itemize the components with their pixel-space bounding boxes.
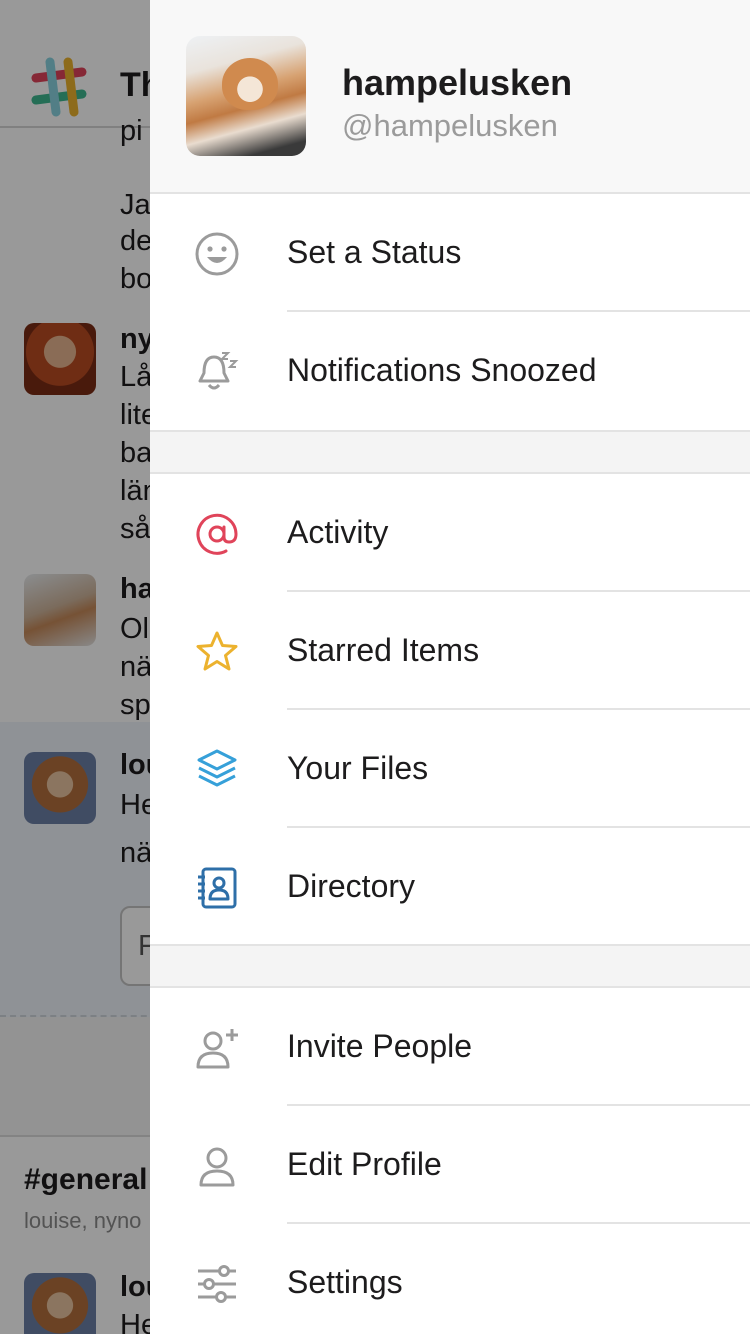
profile-handle: @hampelusken xyxy=(342,108,558,143)
menu-label: Settings xyxy=(287,1264,403,1300)
menu-label: Starred Items xyxy=(287,632,480,668)
profile-name: hampelusken xyxy=(342,62,573,103)
screen: Th pi Ja de bo ny Lå lite ba län så ha O… xyxy=(0,0,750,1334)
menu-item-starred[interactable]: Starred Items xyxy=(150,592,750,710)
menu-item-activity[interactable]: Activity xyxy=(150,474,750,592)
menu-label: Notifications Snoozed xyxy=(287,352,597,388)
menu-item-settings[interactable]: Settings xyxy=(150,1224,750,1334)
side-drawer: hampelusken @hampelusken Set a Status No… xyxy=(150,0,750,1334)
menu-label: Your Files xyxy=(287,750,429,786)
bell-snooze-icon xyxy=(198,352,239,390)
menu-label: Edit Profile xyxy=(287,1146,442,1182)
profile-avatar[interactable] xyxy=(186,36,306,156)
sliders-icon xyxy=(198,1265,236,1303)
cat-photo xyxy=(222,58,278,110)
menu-item-edit-profile[interactable]: Edit Profile xyxy=(150,1106,750,1224)
menu-label: Invite People xyxy=(287,1028,473,1064)
at-sign-icon xyxy=(196,513,238,555)
menu-label: Set a Status xyxy=(287,234,462,270)
star-icon xyxy=(196,631,238,671)
address-book-icon xyxy=(198,867,237,909)
menu-item-invite[interactable]: Invite People xyxy=(150,988,750,1106)
menu-item-notifications[interactable]: Notifications Snoozed xyxy=(150,312,750,430)
menu-item-directory[interactable]: Directory xyxy=(150,828,750,946)
profile-header[interactable]: hampelusken @hampelusken xyxy=(150,0,750,194)
smiley-face-icon xyxy=(195,232,239,276)
menu-item-files[interactable]: Your Files xyxy=(150,710,750,828)
layers-icon xyxy=(197,749,237,787)
user-icon xyxy=(199,1147,235,1187)
menu-item-set-status[interactable]: Set a Status xyxy=(150,194,750,312)
section-separator xyxy=(150,944,750,988)
menu-label: Activity xyxy=(287,514,389,550)
menu-label: Directory xyxy=(287,868,416,904)
add-user-icon xyxy=(196,1029,238,1069)
section-separator xyxy=(150,430,750,474)
